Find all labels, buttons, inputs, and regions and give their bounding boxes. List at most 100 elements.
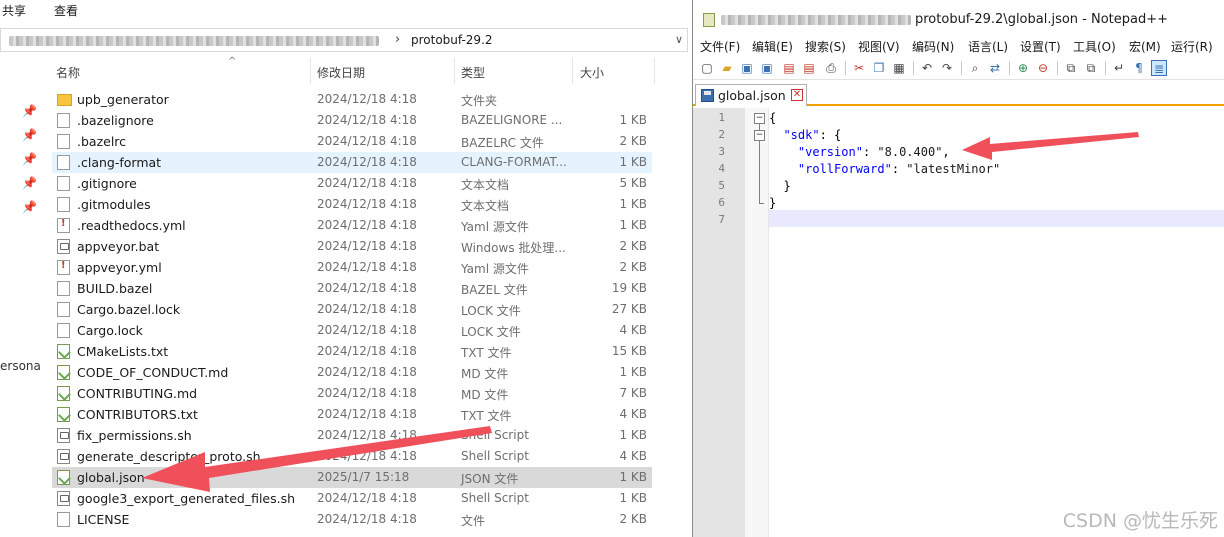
open-file-icon[interactable]: ▰ bbox=[719, 60, 735, 76]
replace-icon[interactable]: ⇄ bbox=[987, 60, 1003, 76]
column-header-size[interactable]: 大小 bbox=[580, 64, 604, 81]
file-date: 2024/12/18 4:18 bbox=[317, 260, 417, 274]
column-divider[interactable] bbox=[310, 58, 311, 84]
paste-icon[interactable]: ▦ bbox=[891, 60, 907, 76]
file-name: CONTRIBUTORS.txt bbox=[77, 407, 198, 422]
nav-item-label[interactable]: ersona bbox=[0, 359, 41, 373]
indent-guide-icon[interactable]: ≣ bbox=[1151, 60, 1167, 76]
column-header-date[interactable]: 修改日期 bbox=[317, 64, 365, 81]
file-row[interactable]: global.json 2025/1/7 15:18 JSON 文件 1 KB bbox=[52, 467, 652, 488]
saved-file-icon bbox=[701, 89, 714, 102]
ribbon-tab-share[interactable]: 共享 bbox=[2, 2, 26, 19]
file-row[interactable]: .gitmodules 2024/12/18 4:18 文本文档 1 KB bbox=[52, 194, 652, 215]
file-type: BAZEL 文件 bbox=[461, 283, 528, 297]
file-row[interactable]: appveyor.bat 2024/12/18 4:18 Windows 批处理..… bbox=[52, 236, 652, 257]
file-name: .gitignore bbox=[77, 176, 137, 191]
cut-icon[interactable]: ✂ bbox=[851, 60, 867, 76]
word-wrap-icon[interactable]: ↵ bbox=[1111, 60, 1127, 76]
toolbar: ▢ ▰ ▣ ▣ ▤ ▤ ⎙ ✂ ❐ ▦ ↶ ↷ ⌕ ⇄ ⊕ ⊖ ⧉ ⧉ ↵ ¶ … bbox=[693, 56, 1224, 80]
sync-horizontal-icon[interactable]: ⧉ bbox=[1083, 60, 1099, 76]
file-icon bbox=[57, 323, 70, 338]
menu-edit[interactable]: 编辑(E) bbox=[752, 38, 793, 55]
code-text: , bbox=[942, 145, 950, 159]
pin-icon[interactable]: 📌 bbox=[22, 176, 37, 190]
column-divider[interactable] bbox=[654, 58, 655, 84]
column-header-type[interactable]: 类型 bbox=[461, 64, 485, 81]
menu-settings[interactable]: 设置(T) bbox=[1020, 38, 1061, 55]
menu-tools[interactable]: 工具(O) bbox=[1073, 38, 1116, 55]
file-name: CODE_OF_CONDUCT.md bbox=[77, 365, 229, 380]
file-date: 2024/12/18 4:18 bbox=[317, 365, 417, 379]
menu-view[interactable]: 视图(V) bbox=[858, 38, 900, 55]
file-type: Yaml 源文件 bbox=[461, 262, 529, 276]
file-row[interactable]: appveyor.yml 2024/12/18 4:18 Yaml 源文件 2 KB bbox=[52, 257, 652, 278]
file-row[interactable]: LICENSE 2024/12/18 4:18 文件 2 KB bbox=[52, 509, 652, 530]
pin-icon[interactable]: 📌 bbox=[22, 200, 37, 214]
file-size: 2 KB bbox=[619, 134, 647, 148]
pin-icon[interactable]: 📌 bbox=[22, 128, 37, 142]
column-divider[interactable] bbox=[454, 58, 455, 84]
menu-run[interactable]: 运行(R) bbox=[1171, 38, 1213, 55]
file-row[interactable]: google3_export_generated_files.sh 2024/12… bbox=[52, 488, 652, 509]
file-row[interactable]: Cargo.bazel.lock 2024/12/18 4:18 LOCK 文件 27… bbox=[52, 299, 652, 320]
menu-encoding[interactable]: 编码(N) bbox=[912, 38, 954, 55]
fold-toggle-icon[interactable]: − bbox=[754, 130, 765, 141]
file-size: 2 KB bbox=[619, 260, 647, 274]
file-row[interactable]: CODE_OF_CONDUCT.md 2024/12/18 4:18 MD 文件 1 … bbox=[52, 362, 652, 383]
file-list: upb_generator 2024/12/18 4:18 文件夹 .bazelign… bbox=[52, 89, 652, 530]
close-tab-icon[interactable]: ✕ bbox=[791, 89, 803, 101]
pin-icon[interactable]: 📌 bbox=[22, 152, 37, 166]
save-all-icon[interactable]: ▣ bbox=[759, 60, 775, 76]
fold-line bbox=[759, 141, 760, 203]
file-size: 2 KB bbox=[619, 239, 647, 253]
file-row[interactable]: CONTRIBUTORS.txt 2024/12/18 4:18 TXT 文件 4 K… bbox=[52, 404, 652, 425]
line-number: 3 bbox=[718, 145, 725, 158]
file-row[interactable]: fix_permissions.sh 2024/12/18 4:18 Shell S… bbox=[52, 425, 652, 446]
file-row[interactable]: .bazelignore 2024/12/18 4:18 BAZELIGNORE .… bbox=[52, 110, 652, 131]
file-row[interactable]: .readthedocs.yml 2024/12/18 4:18 Yaml 源文件 1… bbox=[52, 215, 652, 236]
file-row[interactable]: BUILD.bazel 2024/12/18 4:18 BAZEL 文件 19 KB bbox=[52, 278, 652, 299]
file-row[interactable]: generate_descriptor_proto.sh 2024/12/18 4… bbox=[52, 446, 652, 467]
column-divider[interactable] bbox=[572, 58, 573, 84]
close-file-icon[interactable]: ▤ bbox=[781, 60, 797, 76]
menu-search[interactable]: 搜索(S) bbox=[805, 38, 846, 55]
column-header-row: ^ 名称 修改日期 类型 大小 bbox=[52, 56, 656, 84]
menu-language[interactable]: 语言(L) bbox=[968, 38, 1008, 55]
zoom-out-icon[interactable]: ⊖ bbox=[1035, 60, 1051, 76]
zoom-in-icon[interactable]: ⊕ bbox=[1015, 60, 1031, 76]
file-row[interactable]: CONTRIBUTING.md 2024/12/18 4:18 MD 文件 7 KB bbox=[52, 383, 652, 404]
breadcrumb-current-folder[interactable]: protobuf-29.2 bbox=[411, 33, 493, 47]
find-icon[interactable]: ⌕ bbox=[967, 60, 983, 76]
sort-ascending-icon: ^ bbox=[228, 56, 237, 67]
tab-global-json[interactable]: global.json ✕ bbox=[695, 84, 807, 106]
copy-icon[interactable]: ❐ bbox=[871, 60, 887, 76]
undo-icon[interactable]: ↶ bbox=[919, 60, 935, 76]
file-type: TXT 文件 bbox=[461, 409, 512, 423]
file-row[interactable]: CMakeLists.txt 2024/12/18 4:18 TXT 文件 15 KB bbox=[52, 341, 652, 362]
close-all-icon[interactable]: ▤ bbox=[801, 60, 817, 76]
address-bar[interactable]: › protobuf-29.2 ∨ bbox=[0, 28, 688, 52]
show-all-characters-icon[interactable]: ¶ bbox=[1131, 60, 1147, 76]
column-header-name[interactable]: 名称 bbox=[56, 64, 80, 81]
ribbon-tab-view[interactable]: 查看 bbox=[54, 2, 78, 19]
file-type: Shell Script bbox=[461, 449, 529, 463]
sync-vertical-icon[interactable]: ⧉ bbox=[1063, 60, 1079, 76]
file-row[interactable]: .gitignore 2024/12/18 4:18 文本文档 5 KB bbox=[52, 173, 652, 194]
save-icon[interactable]: ▣ bbox=[739, 60, 755, 76]
file-row[interactable]: upb_generator 2024/12/18 4:18 文件夹 bbox=[52, 89, 652, 110]
code-editor[interactable]: 1 2 3 4 5 6 7 − − { "sdk": { "version": … bbox=[693, 108, 1224, 537]
file-type: MD 文件 bbox=[461, 388, 509, 402]
file-row[interactable]: .bazelrc 2024/12/18 4:18 BAZELRC 文件 2 KB bbox=[52, 131, 652, 152]
menu-macro[interactable]: 宏(M) bbox=[1129, 38, 1161, 55]
file-date: 2024/12/18 4:18 bbox=[317, 386, 417, 400]
print-icon[interactable]: ⎙ bbox=[823, 60, 839, 76]
file-size: 1 KB bbox=[619, 470, 647, 484]
address-dropdown-icon[interactable]: ∨ bbox=[675, 33, 683, 46]
file-row[interactable]: .clang-format 2024/12/18 4:18 CLANG-FORMAT… bbox=[52, 152, 652, 173]
new-file-icon[interactable]: ▢ bbox=[699, 60, 715, 76]
pin-icon[interactable]: 📌 bbox=[22, 104, 37, 118]
fold-toggle-icon[interactable]: − bbox=[754, 113, 765, 124]
menu-file[interactable]: 文件(F) bbox=[700, 38, 740, 55]
file-row[interactable]: Cargo.lock 2024/12/18 4:18 LOCK 文件 4 KB bbox=[52, 320, 652, 341]
redo-icon[interactable]: ↷ bbox=[939, 60, 955, 76]
